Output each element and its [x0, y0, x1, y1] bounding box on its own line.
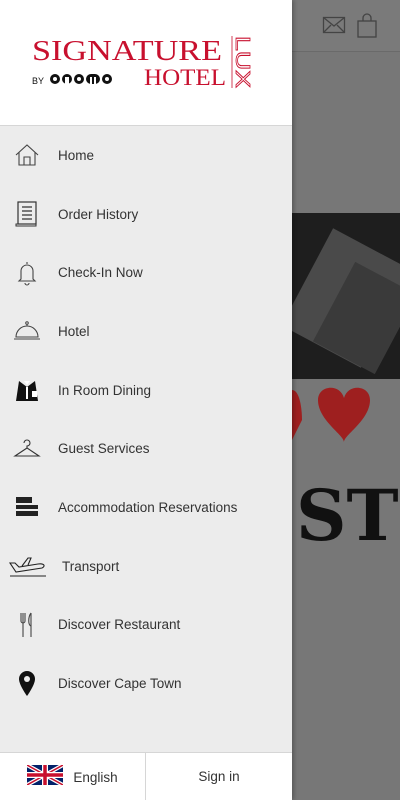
uk-flag-icon	[26, 762, 65, 790]
background-photo	[292, 213, 400, 379]
menu-label-accommodation: Accommodation Reservations	[58, 499, 238, 515]
svg-text:LUX: LUX	[231, 36, 253, 88]
menu-label-guest-services: Guest Services	[58, 441, 150, 457]
menu-item-transport[interactable]: Transport	[0, 537, 292, 596]
drawer-header: SIGNATURE BY HOTEL LUX	[0, 0, 292, 126]
sign-in-label: Sign in	[198, 769, 240, 784]
menu-item-in-room-dining[interactable]: In Room Dining	[0, 361, 292, 420]
sign-in-button[interactable]: Sign in	[146, 753, 292, 800]
navigation-drawer: SIGNATURE BY HOTEL LUX Home Order Histor…	[0, 0, 292, 800]
menu-label-discover-restaurant: Discover Restaurant	[58, 617, 181, 633]
menu-label-check-in: Check-In Now	[58, 265, 143, 281]
language-selector[interactable]: English	[0, 753, 146, 800]
menu-item-guest-services[interactable]: Guest Services	[0, 419, 292, 478]
menu-label-transport: Transport	[62, 558, 120, 574]
location-pin-icon	[12, 669, 42, 699]
menu-label-in-room-dining: In Room Dining	[58, 382, 152, 398]
home-icon	[12, 140, 42, 170]
cutlery-icon	[12, 610, 42, 640]
svg-text:ST: ST	[296, 474, 399, 552]
receipt-icon	[12, 199, 42, 229]
menu-item-discover-cape-town[interactable]: Discover Cape Town	[0, 654, 292, 713]
menu-item-hotel[interactable]: Hotel	[0, 302, 292, 361]
menu-label-order-history: Order History	[58, 206, 139, 222]
drawer-footer: English Sign in	[0, 752, 292, 800]
plane-icon	[8, 551, 48, 581]
cloche-icon	[12, 316, 42, 346]
menu-item-home[interactable]: Home	[0, 126, 292, 185]
menu-item-accommodation[interactable]: Accommodation Reservations	[0, 478, 292, 537]
main-menu: Home Order History Check-In Now Hotel In…	[0, 126, 292, 713]
bed-icon	[12, 492, 42, 522]
menu-label-hotel: Hotel	[58, 323, 90, 339]
waiter-icon	[12, 375, 42, 405]
background-banner: ST	[292, 380, 400, 557]
logo-wordmark: SIGNATURE	[32, 35, 222, 67]
menu-item-check-in[interactable]: Check-In Now	[0, 243, 292, 302]
menu-label-home: Home	[58, 147, 95, 163]
svg-text:HOTEL: HOTEL	[144, 65, 226, 90]
menu-item-order-history[interactable]: Order History	[0, 185, 292, 244]
svg-text:BY: BY	[32, 76, 44, 86]
menu-label-discover-cape-town: Discover Cape Town	[58, 676, 182, 692]
bell-icon	[12, 258, 42, 288]
menu-item-discover-restaurant[interactable]: Discover Restaurant	[0, 596, 292, 655]
mail-icon	[322, 13, 346, 42]
shopping-bag-icon	[356, 13, 378, 44]
hanger-icon	[12, 434, 42, 464]
hotel-logo: SIGNATURE BY HOTEL LUX	[32, 35, 253, 90]
language-label: English	[73, 769, 118, 785]
